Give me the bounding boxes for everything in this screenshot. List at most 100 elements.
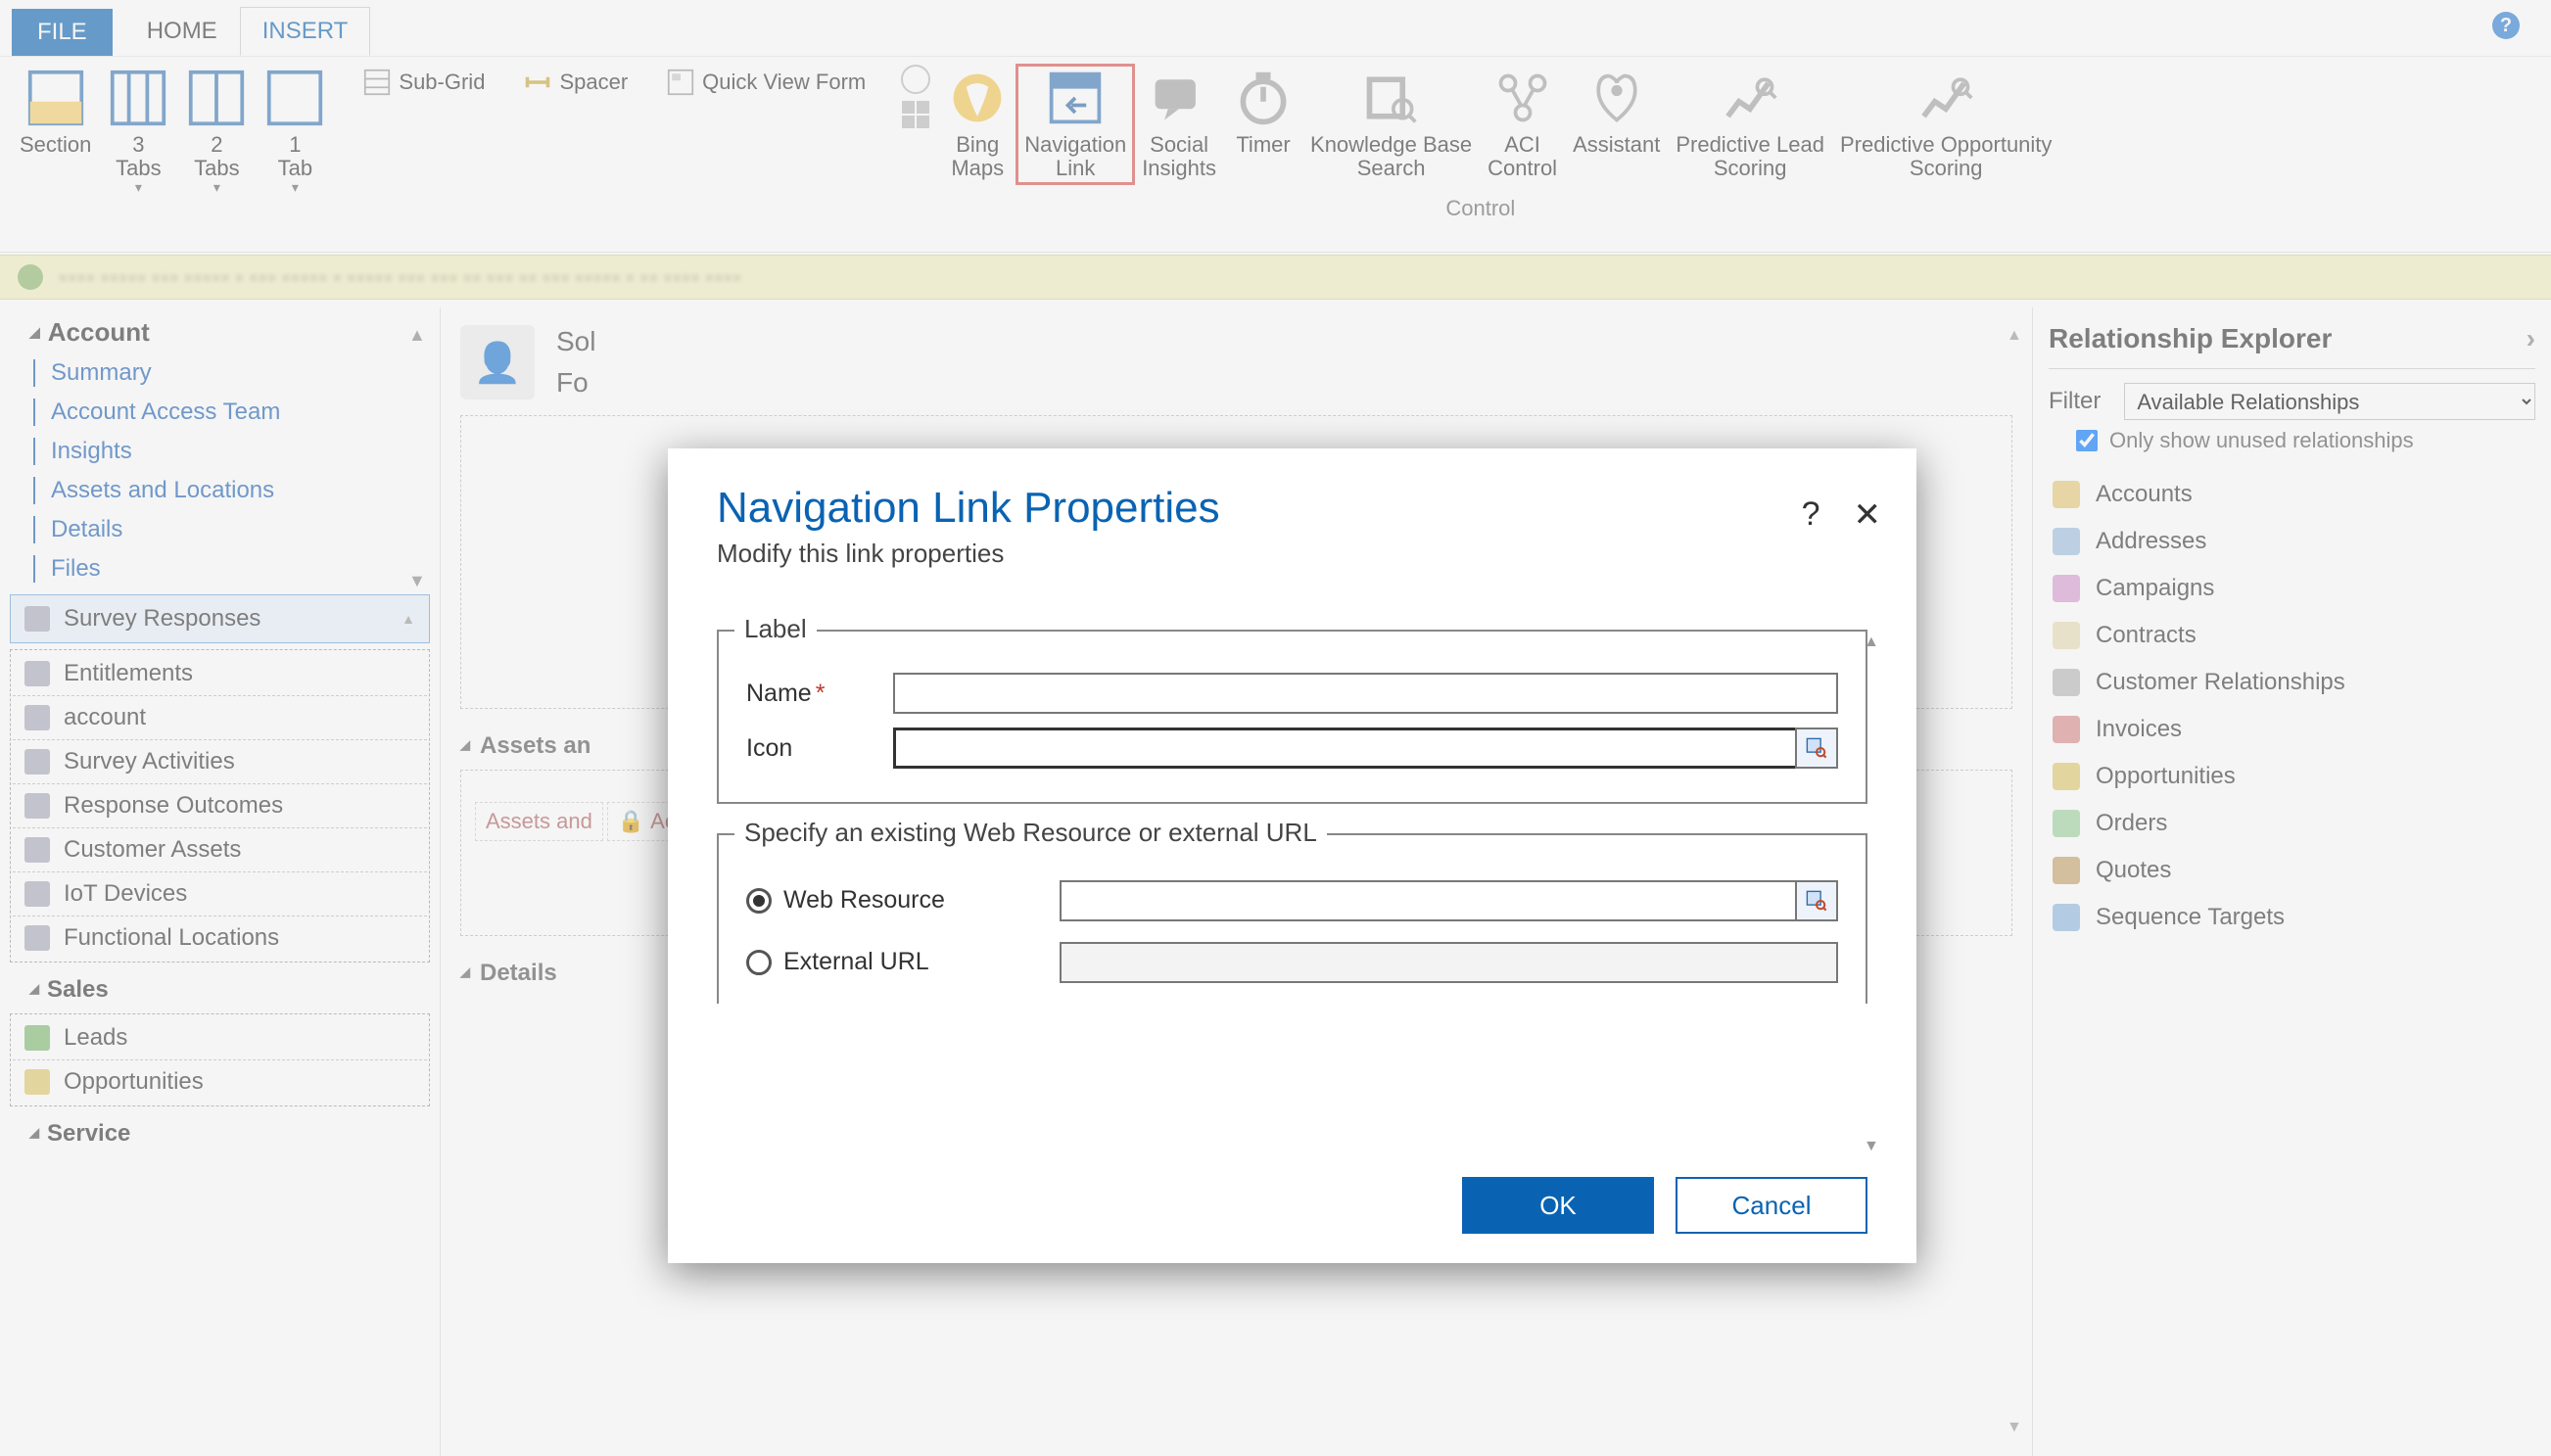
rel-accounts[interactable]: Accounts (2049, 471, 2535, 518)
icon-label: Icon (746, 734, 893, 763)
radio-webresource[interactable]: Web Resource (746, 886, 1060, 915)
ribbon-predopp[interactable]: Predictive Opportunity Scoring (1832, 65, 2059, 184)
quote-icon (2053, 857, 2080, 884)
list-icon (24, 661, 50, 686)
only-unused-check[interactable]: Only show unused relationships (2076, 428, 2535, 453)
tree-details[interactable]: Details (0, 510, 440, 549)
ribbon-spacer[interactable]: Spacer (514, 65, 638, 100)
fieldset-label-legend: Label (734, 614, 817, 644)
nav-section-selected[interactable]: Survey Responses▲ (10, 594, 430, 643)
nav-section-common: Entitlements account Survey Activities R… (10, 649, 430, 963)
rel-invoices[interactable]: Invoices (2049, 706, 2535, 753)
dialog-scroll-up[interactable]: ▲ (1864, 634, 1885, 651)
rel-custrel[interactable]: Customer Relationships (2049, 659, 2535, 706)
ribbon-navlink[interactable]: Navigation Link (1016, 65, 1134, 184)
nav-survey-responses: Survey Responses (64, 605, 260, 633)
tree-root-account[interactable]: Account (0, 307, 440, 353)
nav-group-sales[interactable]: Sales (0, 968, 440, 1008)
account-icon (24, 705, 50, 730)
rel-opps[interactable]: Opportunities (2049, 753, 2535, 800)
ribbon-predlead[interactable]: Predictive Lead Scoring (1668, 65, 1832, 184)
ribbon-section[interactable]: Section (12, 65, 99, 200)
fieldset-spec-legend: Specify an existing Web Resource or exte… (734, 818, 1327, 848)
invoice-icon (2053, 716, 2080, 743)
ribbon-quickview[interactable]: Quick View Form (657, 65, 875, 100)
nav-iot-devices[interactable]: IoT Devices (64, 880, 187, 908)
nav-customer-assets[interactable]: Customer Assets (64, 836, 241, 864)
grid-icon (363, 69, 391, 96)
ribbon-timer[interactable]: Timer (1224, 65, 1302, 184)
section-sub-assets: Assets and (475, 802, 603, 841)
radio-externalurl-label: External URL (783, 948, 929, 976)
tree-assets[interactable]: Assets and Locations (0, 471, 440, 510)
rel-addresses[interactable]: Addresses (2049, 518, 2535, 565)
tree-insights[interactable]: Insights (0, 432, 440, 471)
ribbon-3tabs[interactable]: 3 Tabs▾ (99, 65, 177, 200)
bingmaps-label: Bing Maps (951, 133, 1004, 180)
canvas-scroll-up[interactable]: ▲ (2007, 327, 2028, 345)
solution-line: Sol (556, 326, 595, 357)
tab-strip: FILE HOME INSERT ? (0, 0, 2551, 57)
webresource-input[interactable] (1060, 880, 1795, 921)
chevron-right-icon[interactable]: › (2527, 323, 2535, 354)
ribbon-1tab[interactable]: 1 Tab▾ (256, 65, 334, 200)
filter-select[interactable]: Available Relationships (2124, 383, 2535, 420)
scroll-up-icon[interactable]: ▲ (408, 325, 434, 346)
contract-icon (2053, 622, 2080, 649)
tab-file[interactable]: FILE (12, 9, 113, 56)
rel-campaigns[interactable]: Campaigns (2049, 565, 2535, 612)
nav-survey-activities[interactable]: Survey Activities (64, 748, 235, 775)
tree-access-team[interactable]: Account Access Team (0, 393, 440, 432)
radio-externalurl[interactable]: External URL (746, 948, 1060, 976)
nav-entitlements[interactable]: Entitlements (64, 660, 193, 687)
survey-icon (24, 606, 50, 632)
webresource-lookup-button[interactable] (1795, 880, 1838, 921)
dialog-close-icon[interactable]: ✕ (1854, 495, 1882, 535)
icon-lookup-button[interactable] (1795, 728, 1838, 769)
ribbon-subgrid[interactable]: Sub-Grid (354, 65, 495, 100)
rel-seqtargets[interactable]: Sequence Targets (2049, 894, 2535, 941)
quickview-label: Quick View Form (702, 70, 866, 95)
lock-icon: 🔒 (618, 809, 644, 833)
nav-opportunities[interactable]: Opportunities (64, 1068, 204, 1096)
icon-input[interactable] (893, 728, 1795, 769)
ribbon-assistant[interactable]: Assistant (1565, 65, 1668, 184)
dialog-scroll-down[interactable]: ▼ (1864, 1138, 1885, 1155)
folder-icon (2053, 481, 2080, 508)
ribbon-aci[interactable]: ACI Control (1480, 65, 1565, 184)
rel-quotes[interactable]: Quotes (2049, 847, 2535, 894)
ribbon-2tabs[interactable]: 2 Tabs▾ (177, 65, 256, 200)
nav-account[interactable]: account (64, 704, 146, 731)
location-icon (24, 925, 50, 951)
rel-orders[interactable]: Orders (2049, 800, 2535, 847)
spacer-label: Spacer (559, 70, 628, 95)
nav-leads[interactable]: Leads (64, 1024, 127, 1052)
ribbon-social[interactable]: Social Insights (1134, 65, 1224, 184)
asset-icon (24, 837, 50, 863)
leads-icon (24, 1025, 50, 1051)
left-nav-pane: Account Summary Account Access Team Insi… (0, 307, 441, 1456)
nav-group-service[interactable]: Service (0, 1112, 440, 1151)
relationship-explorer: Relationship Explorer› Filter Available … (2032, 307, 2551, 1456)
tree-files[interactable]: Files (0, 549, 440, 588)
rel-contracts[interactable]: Contracts (2049, 612, 2535, 659)
help-icon[interactable]: ? (2492, 12, 2520, 39)
ribbon-kbsearch[interactable]: Knowledge Base Search (1302, 65, 1480, 184)
aci-label: ACI Control (1488, 133, 1557, 180)
cancel-button[interactable]: Cancel (1676, 1177, 1867, 1234)
name-input[interactable] (893, 673, 1838, 714)
dialog-help-icon[interactable]: ? (1802, 495, 1820, 535)
tab-home[interactable]: HOME (124, 7, 240, 56)
nav-response-outcomes[interactable]: Response Outcomes (64, 792, 283, 820)
scroll-down-icon[interactable]: ▼ (408, 571, 434, 591)
ok-button[interactable]: OK (1462, 1177, 1654, 1234)
grid-small-icon (901, 100, 930, 129)
order-icon (2053, 810, 2080, 837)
assistant-label: Assistant (1573, 133, 1660, 157)
nav-functional-locations[interactable]: Functional Locations (64, 924, 279, 952)
tab-insert[interactable]: INSERT (240, 7, 371, 56)
lookup-icon (1806, 890, 1827, 912)
ribbon-bingmaps[interactable]: Bing Maps (938, 65, 1016, 184)
only-unused-checkbox[interactable] (2076, 430, 2098, 451)
canvas-scroll-down[interactable]: ▼ (2007, 1419, 2028, 1436)
